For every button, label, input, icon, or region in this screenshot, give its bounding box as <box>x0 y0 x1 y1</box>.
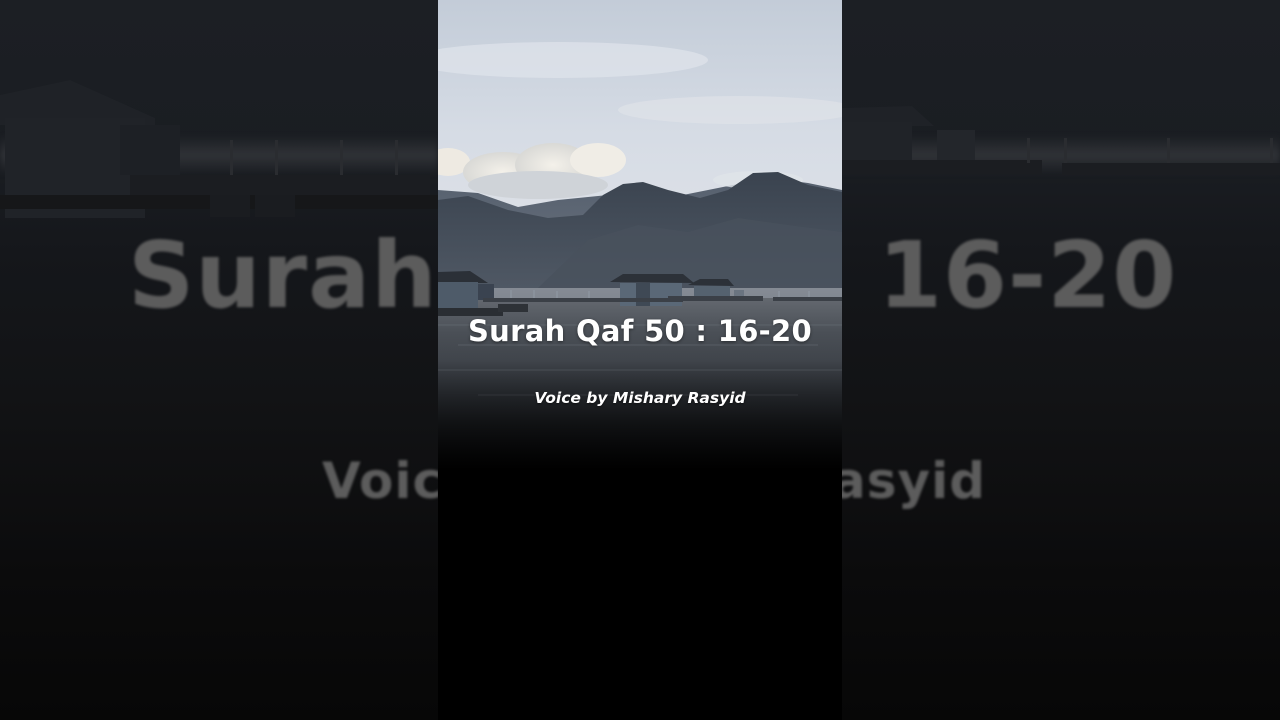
blurred-backdrop-right: 16-20 asyid <box>842 0 1280 720</box>
backdrop-subtitle-right: asyid <box>842 452 987 510</box>
video-player[interactable]: Surah Voic 16-20 asyid Surah Qaf 50: 16… <box>0 0 1280 720</box>
caption-layer: Surah Qaf 50 : 16-20 Voice by Mishary Ra… <box>438 0 842 720</box>
backdrop-subtitle-left: Voic <box>322 452 438 510</box>
backdrop-title-right: 16-20 <box>878 222 1178 329</box>
video-title: Surah Qaf 50 : 16-20 <box>468 314 812 348</box>
backdrop-title-left: Surah <box>128 222 438 329</box>
backdrop-scene-right <box>842 106 1280 175</box>
backdrop-scene-left <box>0 80 438 218</box>
blurred-backdrop-left: Surah Voic <box>0 0 438 720</box>
video-subtitle: Voice by Mishary Rasyid <box>534 389 746 407</box>
